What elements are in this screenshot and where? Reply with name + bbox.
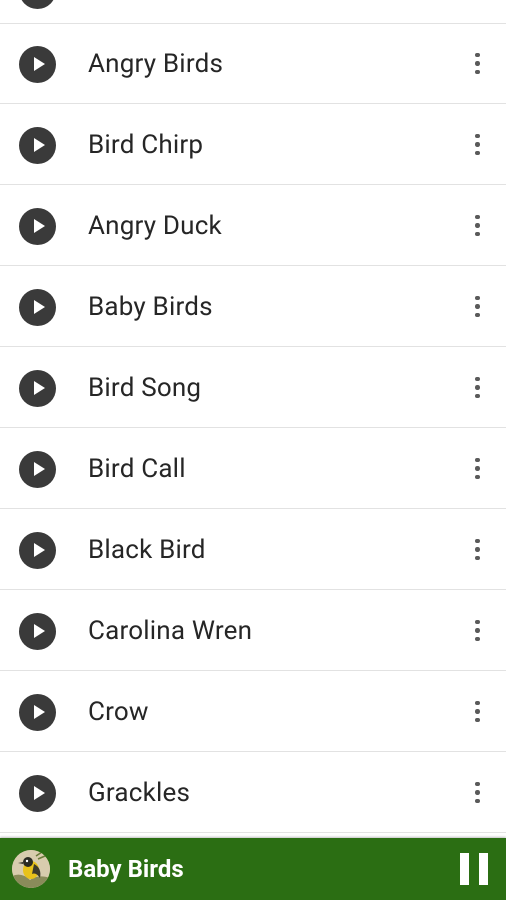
app-screen: Angry Birds Bird Chirp Angry Duck Baby B… xyxy=(0,0,506,900)
more-vert-icon[interactable] xyxy=(474,781,480,805)
play-icon[interactable] xyxy=(19,531,56,569)
list-item[interactable]: Grackles xyxy=(0,753,506,833)
more-vert-icon[interactable] xyxy=(474,700,480,724)
list-item-label: Bird Song xyxy=(88,372,202,403)
play-icon[interactable] xyxy=(19,0,56,9)
play-icon[interactable] xyxy=(19,45,56,83)
play-icon[interactable] xyxy=(19,369,56,407)
list-item-label: Grackles xyxy=(88,777,191,808)
play-icon[interactable] xyxy=(19,612,56,650)
list-item-partial[interactable] xyxy=(0,0,506,24)
now-playing-bar[interactable]: Baby Birds xyxy=(0,838,506,900)
list-item[interactable]: Black Bird xyxy=(0,510,506,590)
play-icon[interactable] xyxy=(19,288,56,326)
play-icon[interactable] xyxy=(19,693,56,731)
list-item[interactable]: Bird Song xyxy=(0,348,506,428)
play-icon[interactable] xyxy=(19,207,56,245)
now-playing-title: Baby Birds xyxy=(68,855,184,883)
more-vert-icon[interactable] xyxy=(474,214,480,238)
list-item[interactable]: Bird Call xyxy=(0,429,506,509)
more-vert-icon[interactable] xyxy=(474,619,480,643)
play-icon[interactable] xyxy=(19,126,56,164)
play-icon[interactable] xyxy=(19,774,56,812)
more-vert-icon[interactable] xyxy=(474,295,480,319)
play-icon[interactable] xyxy=(19,450,56,488)
more-vert-icon[interactable] xyxy=(474,376,480,400)
list-item[interactable]: Baby Birds xyxy=(0,267,506,347)
list-item-label: Angry Duck xyxy=(88,210,222,241)
pause-icon[interactable] xyxy=(460,853,488,885)
list-item-label: Crow xyxy=(88,696,149,727)
list-item[interactable]: Angry Duck xyxy=(0,186,506,266)
list-item-label: Carolina Wren xyxy=(88,615,253,646)
more-vert-icon[interactable] xyxy=(474,52,480,76)
more-vert-icon[interactable] xyxy=(474,133,480,157)
bird-artwork-thumbnail xyxy=(12,850,50,888)
more-vert-icon[interactable] xyxy=(474,457,480,481)
more-vert-icon[interactable] xyxy=(474,538,480,562)
list-item-label: Angry Birds xyxy=(88,48,224,79)
list-item-label: Baby Birds xyxy=(88,291,213,322)
list-item[interactable]: Angry Birds xyxy=(0,24,506,104)
list-item[interactable]: Crow xyxy=(0,672,506,752)
list-item-label: Bird Call xyxy=(88,453,186,484)
list-item-label: Black Bird xyxy=(88,534,206,565)
list-item-label: Bird Chirp xyxy=(88,129,204,160)
list-item[interactable]: Bird Chirp xyxy=(0,105,506,185)
list-item[interactable]: Carolina Wren xyxy=(0,591,506,671)
